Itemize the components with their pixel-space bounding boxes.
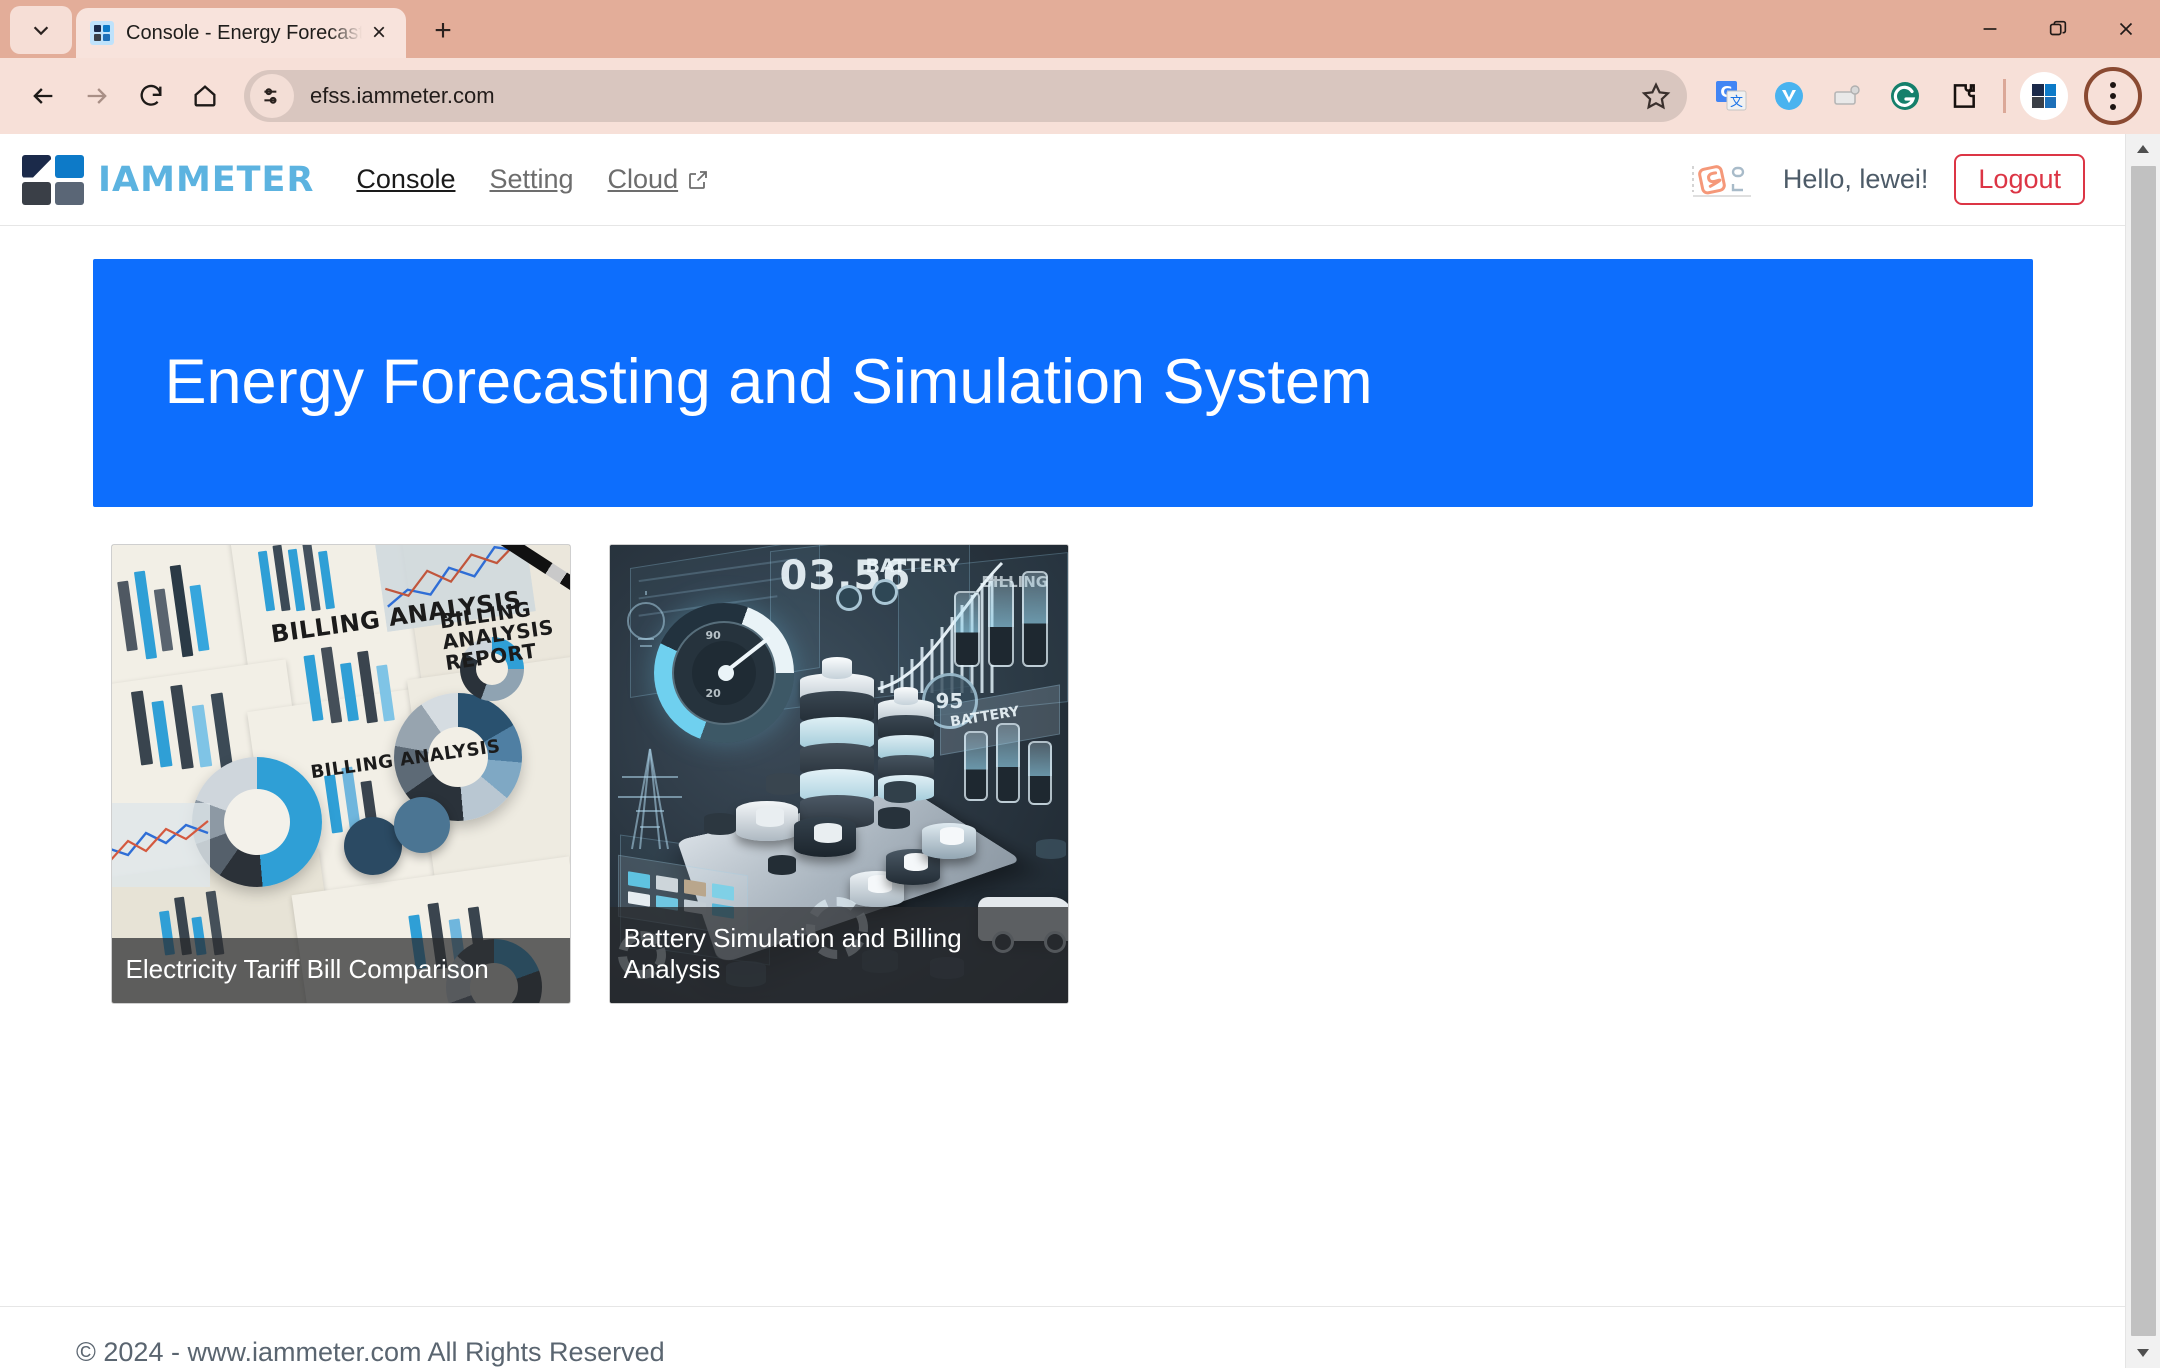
puzzle-glyph: [1953, 84, 1975, 108]
nav-item-cloud[interactable]: Cloud: [608, 164, 711, 195]
grammarly-icon[interactable]: [1879, 70, 1931, 122]
tab-search-button[interactable]: [10, 6, 72, 54]
home-button[interactable]: [180, 71, 230, 121]
page-viewport: IAMMETER Console Setting Cloud Hello, le…: [0, 134, 2160, 1368]
site-header: IAMMETER Console Setting Cloud Hello, le…: [0, 134, 2125, 226]
chevron-down-icon: [33, 26, 49, 36]
brand-logo[interactable]: IAMMETER: [22, 154, 315, 205]
nav-label: Console: [356, 164, 456, 194]
lightbulb-icon: [626, 591, 665, 647]
back-button[interactable]: [18, 71, 68, 121]
bookmark-button[interactable]: [1631, 71, 1681, 121]
profile-avatar[interactable]: [2020, 72, 2068, 120]
tab-title: Console - Energy Forecasting: [126, 21, 362, 44]
address-bar[interactable]: efss.iammeter.com: [244, 70, 1687, 122]
tab-strip: Console - Energy Forecasting × +: [0, 0, 2160, 58]
screen-capture-glyph: [1834, 85, 1860, 105]
web-page: IAMMETER Console Setting Cloud Hello, le…: [0, 134, 2125, 1368]
main-navigation: Console Setting Cloud: [356, 164, 710, 195]
ime-glyph: [1691, 164, 1751, 197]
minimize-icon: [1983, 28, 1997, 30]
iammeter-logo: [22, 154, 84, 205]
card-battery-simulation-and-billing-analysis[interactable]: 90 20 03.56 BATTERY BILLING 95 BATTERY B…: [608, 544, 1069, 1004]
card-caption: Battery Simulation and Billing Analysis: [609, 906, 1068, 1003]
logo-square-top-left: [22, 154, 51, 178]
close-icon: [2119, 22, 2133, 36]
logo-square-bottom-left: [22, 181, 51, 205]
vimium-glyph: [1775, 82, 1803, 110]
site-settings-icon[interactable]: [250, 74, 294, 118]
site-footer: © 2024 - www.iammeter.com All Rights Res…: [0, 1306, 2125, 1368]
caret-up-icon: [2137, 145, 2149, 153]
logout-button[interactable]: Logout: [1954, 154, 2085, 205]
mini-line-chart: [111, 803, 210, 887]
menu-dot: [2110, 104, 2116, 110]
menu-dot: [2110, 82, 2116, 88]
page-title: Energy Forecasting and Simulation System: [164, 347, 1373, 418]
browser-window: Console - Energy Forecasting × +: [0, 0, 2160, 1368]
copyright-text: © 2024 - www.iammeter.com All Rights Res…: [76, 1337, 665, 1367]
arrow-right-icon: [87, 88, 107, 104]
page-content: Energy Forecasting and Simulation System: [0, 226, 2125, 1306]
home-icon: [194, 85, 216, 107]
minimize-button[interactable]: [1956, 0, 2024, 58]
forward-button[interactable]: [72, 71, 122, 121]
header-right-area: Hello, lewei! Logout: [1689, 154, 2085, 205]
logo-square-top-right: [55, 154, 84, 178]
google-translate-icon[interactable]: G 文: [1705, 70, 1757, 122]
browser-tab[interactable]: Console - Energy Forecasting ×: [76, 8, 406, 58]
new-tab-button[interactable]: +: [420, 8, 466, 54]
star-icon: [1641, 82, 1671, 110]
menu-dot: [2110, 93, 2116, 99]
page-banner: Energy Forecasting and Simulation System: [92, 259, 2033, 507]
restore-icon: [2049, 20, 2067, 36]
power-tower-icon: [617, 748, 682, 850]
reload-button[interactable]: [126, 71, 176, 121]
content-container: Energy Forecasting and Simulation System: [73, 259, 2053, 1004]
logo-square-bottom-right: [55, 181, 84, 205]
scroll-up-arrow[interactable]: [2126, 134, 2160, 164]
toolbar-divider: [2003, 79, 2006, 113]
window-controls: [1956, 0, 2160, 58]
nav-label: Setting: [489, 164, 574, 194]
card-caption: Electricity Tariff Bill Comparison: [111, 937, 570, 1003]
url-text[interactable]: efss.iammeter.com: [310, 83, 1631, 109]
tune-icon: [264, 88, 277, 104]
user-greeting: Hello, lewei!: [1782, 164, 1929, 194]
vimium-icon[interactable]: [1763, 70, 1815, 122]
module-card-list: BILLING ANALYSIS BILLING ANALYSIS REPORT…: [93, 544, 2033, 1004]
card-electricity-tariff-bill-comparison[interactable]: BILLING ANALYSIS BILLING ANALYSIS REPORT…: [110, 544, 571, 1004]
brand-name: IAMMETER: [98, 159, 315, 200]
grammarly-glyph: [1891, 82, 1919, 110]
translate-glyph: G 文: [1716, 81, 1747, 111]
scrollbar-thumb[interactable]: [2130, 166, 2156, 1336]
nav-item-setting[interactable]: Setting: [489, 164, 573, 195]
browser-menu-button[interactable]: [2084, 67, 2142, 125]
svg-text:文: 文: [1730, 95, 1743, 110]
page-scrollbar[interactable]: [2125, 134, 2160, 1368]
close-tab-icon[interactable]: ×: [362, 16, 396, 50]
reload-icon: [140, 84, 162, 106]
sogou-input-icon[interactable]: [1689, 160, 1757, 200]
close-window-button[interactable]: [2092, 0, 2160, 58]
extensions-puzzle-icon[interactable]: [1937, 70, 1989, 122]
nav-label: Cloud: [607, 164, 679, 194]
external-link-icon: [689, 170, 707, 189]
iammeter-favicon: [90, 21, 114, 45]
billing-analysis-artwork: BILLING ANALYSIS BILLING ANALYSIS REPORT…: [111, 545, 570, 1003]
scroll-down-arrow[interactable]: [2126, 1338, 2160, 1368]
arrow-left-icon: [33, 88, 53, 104]
caret-down-icon: [2137, 1349, 2149, 1357]
screen-capture-icon[interactable]: [1821, 70, 1873, 122]
maximize-restore-button[interactable]: [2024, 0, 2092, 58]
nav-item-console[interactable]: Console: [356, 164, 455, 195]
extension-icons: G 文: [1705, 70, 1989, 122]
browser-toolbar: efss.iammeter.com G 文: [0, 58, 2160, 134]
